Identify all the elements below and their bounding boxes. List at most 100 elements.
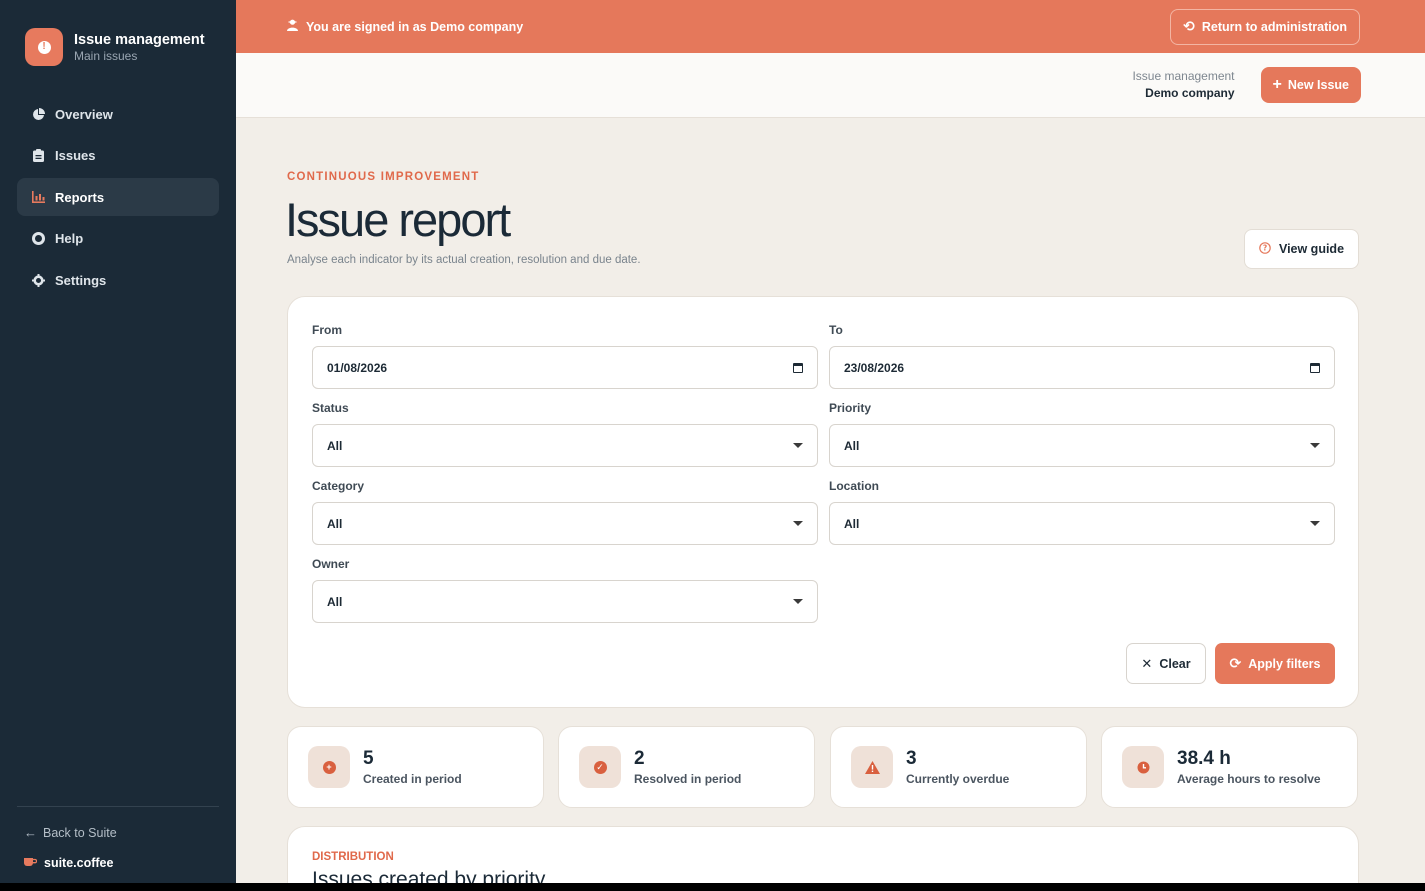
stat-value: 5 [363,747,374,769]
clipboard-icon [31,149,45,163]
pie-chart-icon [31,107,45,121]
brand[interactable]: ! Issue management Main issues [25,28,205,66]
chevron-down-icon [1310,521,1320,526]
bar-chart-icon [31,190,45,204]
stat-value: 3 [906,747,917,769]
category-label: Category [312,479,365,493]
status-select[interactable]: All [312,424,818,467]
owner-select[interactable]: All [312,580,818,623]
status-field: Status All [312,401,818,467]
apply-label: Apply filters [1248,656,1321,671]
to-label: To [829,323,843,337]
calendar-icon[interactable] [793,362,803,373]
chevron-down-icon [1310,443,1320,448]
owner-value: All [327,594,343,609]
user-secret-icon [287,19,298,34]
arrow-left-icon: ← [24,825,37,840]
stat-card-overdue: 3 Currently overdue [830,726,1087,808]
location-field: Location All [829,479,1335,545]
back-to-suite-link[interactable]: ← Back to Suite [24,825,117,840]
sidebar-item-label: Settings [55,272,107,288]
coffee-cup-icon [24,856,38,870]
sidebar-item-settings[interactable]: Settings [17,261,219,299]
page-title: Issue report [285,193,511,246]
sidebar-item-label: Issues [55,148,96,163]
plus-circle-icon: + [322,760,336,774]
stat-icon-box: ✓ [579,746,621,788]
brand-title: Issue management [74,31,205,48]
suite-label: suite.coffee [44,856,114,870]
chevron-down-icon [793,521,803,526]
stat-value: 38.4 h [1177,747,1231,769]
plus-icon: + [1272,76,1282,93]
stat-icon-box [851,746,893,788]
category-field: Category All [312,479,818,545]
calendar-icon[interactable] [1310,362,1320,373]
status-value: All [327,438,343,453]
from-date-input[interactable]: 01/08/2026 [312,346,818,389]
sidebar-item-overview[interactable]: Overview [17,95,219,133]
filter-card: From 01/08/2026 To 23/08/2026 Status All… [287,296,1359,708]
chevron-down-icon [793,443,803,448]
category-value: All [327,516,343,531]
stat-label: Resolved in period [634,771,742,786]
suite-logo-link[interactable]: suite.coffee [24,856,113,870]
distribution-title: Issues created by priority [312,868,546,883]
sidebar-nav: Overview Issues Reports Help Settings [17,95,219,303]
page-eyebrow: CONTINUOUS IMPROVEMENT [287,171,480,183]
stat-icon-box [1122,746,1164,788]
sidebar: ! Issue management Main issues Overview … [0,0,236,883]
stat-value: 2 [634,747,645,769]
check-circle-icon: ✓ [593,760,607,774]
from-date-value: 01/08/2026 [327,360,388,375]
status-label: Status [312,401,349,415]
warning-icon [864,760,880,774]
sidebar-item-label: Overview [55,106,113,122]
to-date-field: To 23/08/2026 [829,323,1335,389]
lifebuoy-icon [31,232,45,246]
owner-field: Owner All [312,557,818,623]
sidebar-divider [17,806,219,807]
topbar: Issue management Demo company + New Issu… [236,53,1425,118]
sidebar-item-label: Help [55,231,84,246]
refresh-icon: ⟳ [1229,655,1242,671]
stat-card-resolved: ✓ 2 Resolved in period [558,726,815,808]
sidebar-item-issues[interactable]: Issues [17,137,219,175]
from-date-field: From 01/08/2026 [312,323,818,389]
stat-icon-box: + [308,746,350,788]
gear-icon [31,273,45,287]
clear-label: Clear [1159,656,1191,671]
main-area: You are signed in as Demo company ⟲ Retu… [236,0,1425,883]
question-circle-icon: ? [1259,241,1271,257]
sidebar-item-help[interactable]: Help [17,220,219,258]
return-label: Return to administration [1201,19,1347,34]
clear-filters-button[interactable]: ✕ Clear [1126,643,1206,684]
apply-filters-button[interactable]: ⟳ Apply filters [1215,643,1335,684]
stat-label: Currently overdue [906,771,1010,786]
undo-icon: ⟲ [1183,18,1195,34]
stat-card-created: + 5 Created in period [287,726,544,808]
app-window: ! Issue management Main issues Overview … [0,0,1425,883]
brand-subtitle: Main issues [74,48,138,63]
sidebar-item-reports[interactable]: Reports [17,178,219,216]
view-guide-label: View guide [1278,242,1345,256]
location-select[interactable]: All [829,502,1335,545]
clock-icon [1137,761,1149,773]
brand-logo: ! [25,28,63,66]
owner-label: Owner [312,557,350,571]
to-date-input[interactable]: 23/08/2026 [829,346,1335,389]
priority-label: Priority [829,401,872,415]
new-issue-button[interactable]: + New Issue [1260,67,1361,103]
priority-select[interactable]: All [829,424,1335,467]
impersonation-banner: You are signed in as Demo company ⟲ Retu… [236,0,1425,53]
distribution-eyebrow: DISTRIBUTION [312,851,394,863]
location-label: Location [829,479,879,493]
view-guide-button[interactable]: ? View guide [1244,229,1359,269]
company-name: Demo company [1145,86,1235,100]
return-to-administration-button[interactable]: ⟲ Return to administration [1170,8,1360,45]
stat-label: Average hours to resolve [1177,771,1321,786]
stat-label: Created in period [363,771,462,786]
priority-value: All [844,438,860,453]
category-select[interactable]: All [312,502,818,545]
close-icon: ✕ [1141,655,1153,671]
